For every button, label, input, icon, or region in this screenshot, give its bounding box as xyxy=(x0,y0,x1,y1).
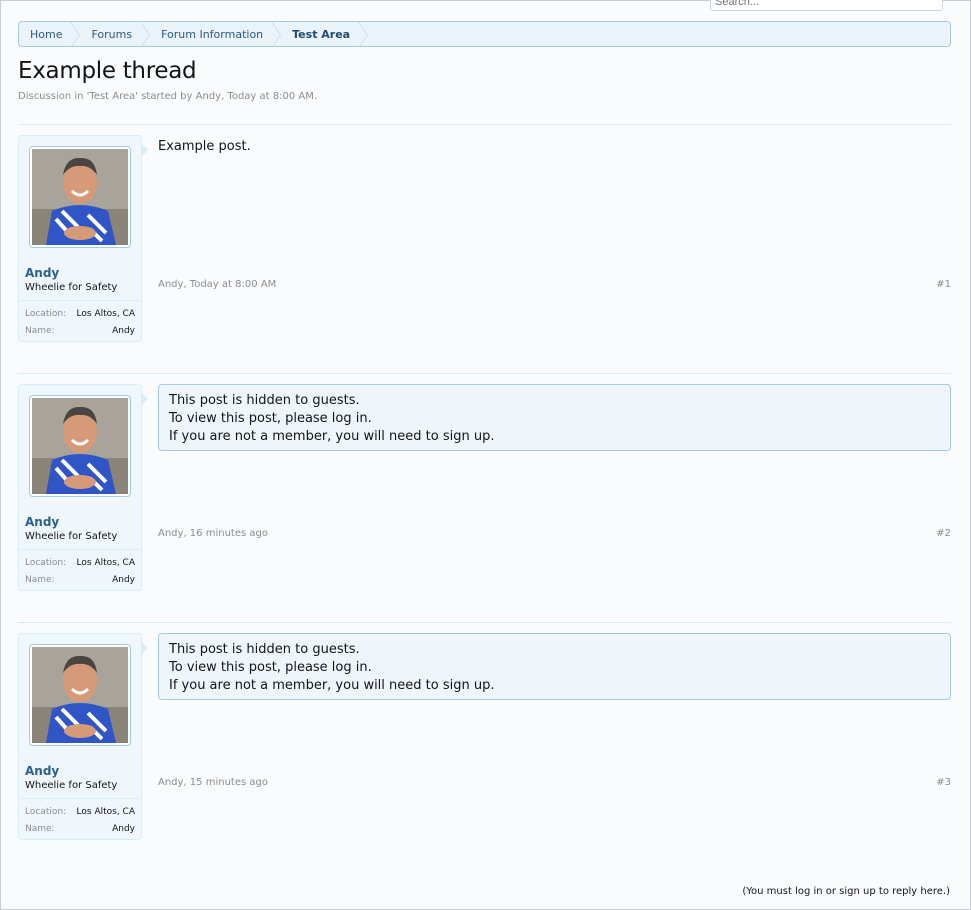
name-value: Andy xyxy=(112,575,135,585)
breadcrumb: Home Forums Forum Information Test Area xyxy=(18,21,951,47)
user-location-row: Location: Los Altos, CA xyxy=(25,807,135,817)
message-text: Example post. xyxy=(158,139,251,154)
avatar[interactable] xyxy=(29,644,131,746)
post-divider xyxy=(18,124,951,125)
username[interactable]: Andy xyxy=(25,266,59,280)
breadcrumb-home[interactable]: Home xyxy=(19,22,81,46)
breadcrumb-test-area[interactable]: Test Area xyxy=(281,22,369,46)
notice-line: If you are not a member, you will need t… xyxy=(169,429,495,444)
avatar-image xyxy=(32,647,128,743)
post: Andy Wheelie for Safety Location: Los Al… xyxy=(18,384,951,594)
user-info: Andy Wheelie for Safety Location: Los Al… xyxy=(18,135,148,342)
user-name-row: Name: Andy xyxy=(25,824,135,834)
post-number[interactable]: #3 xyxy=(936,777,951,788)
user-title: Wheelie for Safety xyxy=(25,282,118,293)
notice-line: This post is hidden to guests. xyxy=(169,642,360,657)
avatar[interactable] xyxy=(29,395,131,497)
reply-login-note: (You must log in or sign up to reply her… xyxy=(742,886,950,897)
name-value: Andy xyxy=(112,326,135,336)
post-meta[interactable]: Andy, Today at 8:00 AM xyxy=(158,279,276,290)
user-extra-divider xyxy=(20,549,140,550)
location-value: Los Altos, CA xyxy=(76,807,135,817)
thread-description: Discussion in 'Test Area' started by And… xyxy=(18,91,318,102)
page-title: Example thread xyxy=(18,58,197,84)
post-meta[interactable]: Andy, 16 minutes ago xyxy=(158,528,268,539)
location-label: Location: xyxy=(25,309,67,319)
notice-line: If you are not a member, you will need t… xyxy=(169,678,495,693)
location-value: Los Altos, CA xyxy=(76,558,135,568)
location-value: Los Altos, CA xyxy=(76,309,135,319)
user-title: Wheelie for Safety xyxy=(25,531,118,542)
user-title: Wheelie for Safety xyxy=(25,780,118,791)
post-divider xyxy=(18,373,951,374)
search-input[interactable] xyxy=(710,0,943,11)
avatar[interactable] xyxy=(29,146,131,248)
avatar-image xyxy=(32,398,128,494)
user-info: Andy Wheelie for Safety Location: Los Al… xyxy=(18,633,148,840)
user-extra-divider xyxy=(20,798,140,799)
hidden-post-notice: This post is hidden to guests. To view t… xyxy=(158,384,951,451)
user-extra-divider xyxy=(20,300,140,301)
breadcrumb-forum-information[interactable]: Forum Information xyxy=(150,22,282,46)
user-name-row: Name: Andy xyxy=(25,575,135,585)
post-divider xyxy=(18,622,951,623)
location-label: Location: xyxy=(25,807,67,817)
post: Andy Wheelie for Safety Location: Los Al… xyxy=(18,135,951,345)
notice-line: To view this post, please log in. xyxy=(169,660,372,675)
name-label: Name: xyxy=(25,824,55,834)
location-label: Location: xyxy=(25,558,67,568)
avatar-image xyxy=(32,149,128,245)
breadcrumb-forums[interactable]: Forums xyxy=(80,22,150,46)
post-meta[interactable]: Andy, 15 minutes ago xyxy=(158,777,268,788)
user-location-row: Location: Los Altos, CA xyxy=(25,558,135,568)
notice-line: To view this post, please log in. xyxy=(169,411,372,426)
user-name-row: Name: Andy xyxy=(25,326,135,336)
name-value: Andy xyxy=(112,824,135,834)
post: Andy Wheelie for Safety Location: Los Al… xyxy=(18,633,951,843)
name-label: Name: xyxy=(25,326,55,336)
notice-line: This post is hidden to guests. xyxy=(169,393,360,408)
username[interactable]: Andy xyxy=(25,764,59,778)
user-location-row: Location: Los Altos, CA xyxy=(25,309,135,319)
post-number[interactable]: #2 xyxy=(936,528,951,539)
hidden-post-notice: This post is hidden to guests. To view t… xyxy=(158,633,951,700)
user-info: Andy Wheelie for Safety Location: Los Al… xyxy=(18,384,148,591)
username[interactable]: Andy xyxy=(25,515,59,529)
name-label: Name: xyxy=(25,575,55,585)
post-number[interactable]: #1 xyxy=(936,279,951,290)
